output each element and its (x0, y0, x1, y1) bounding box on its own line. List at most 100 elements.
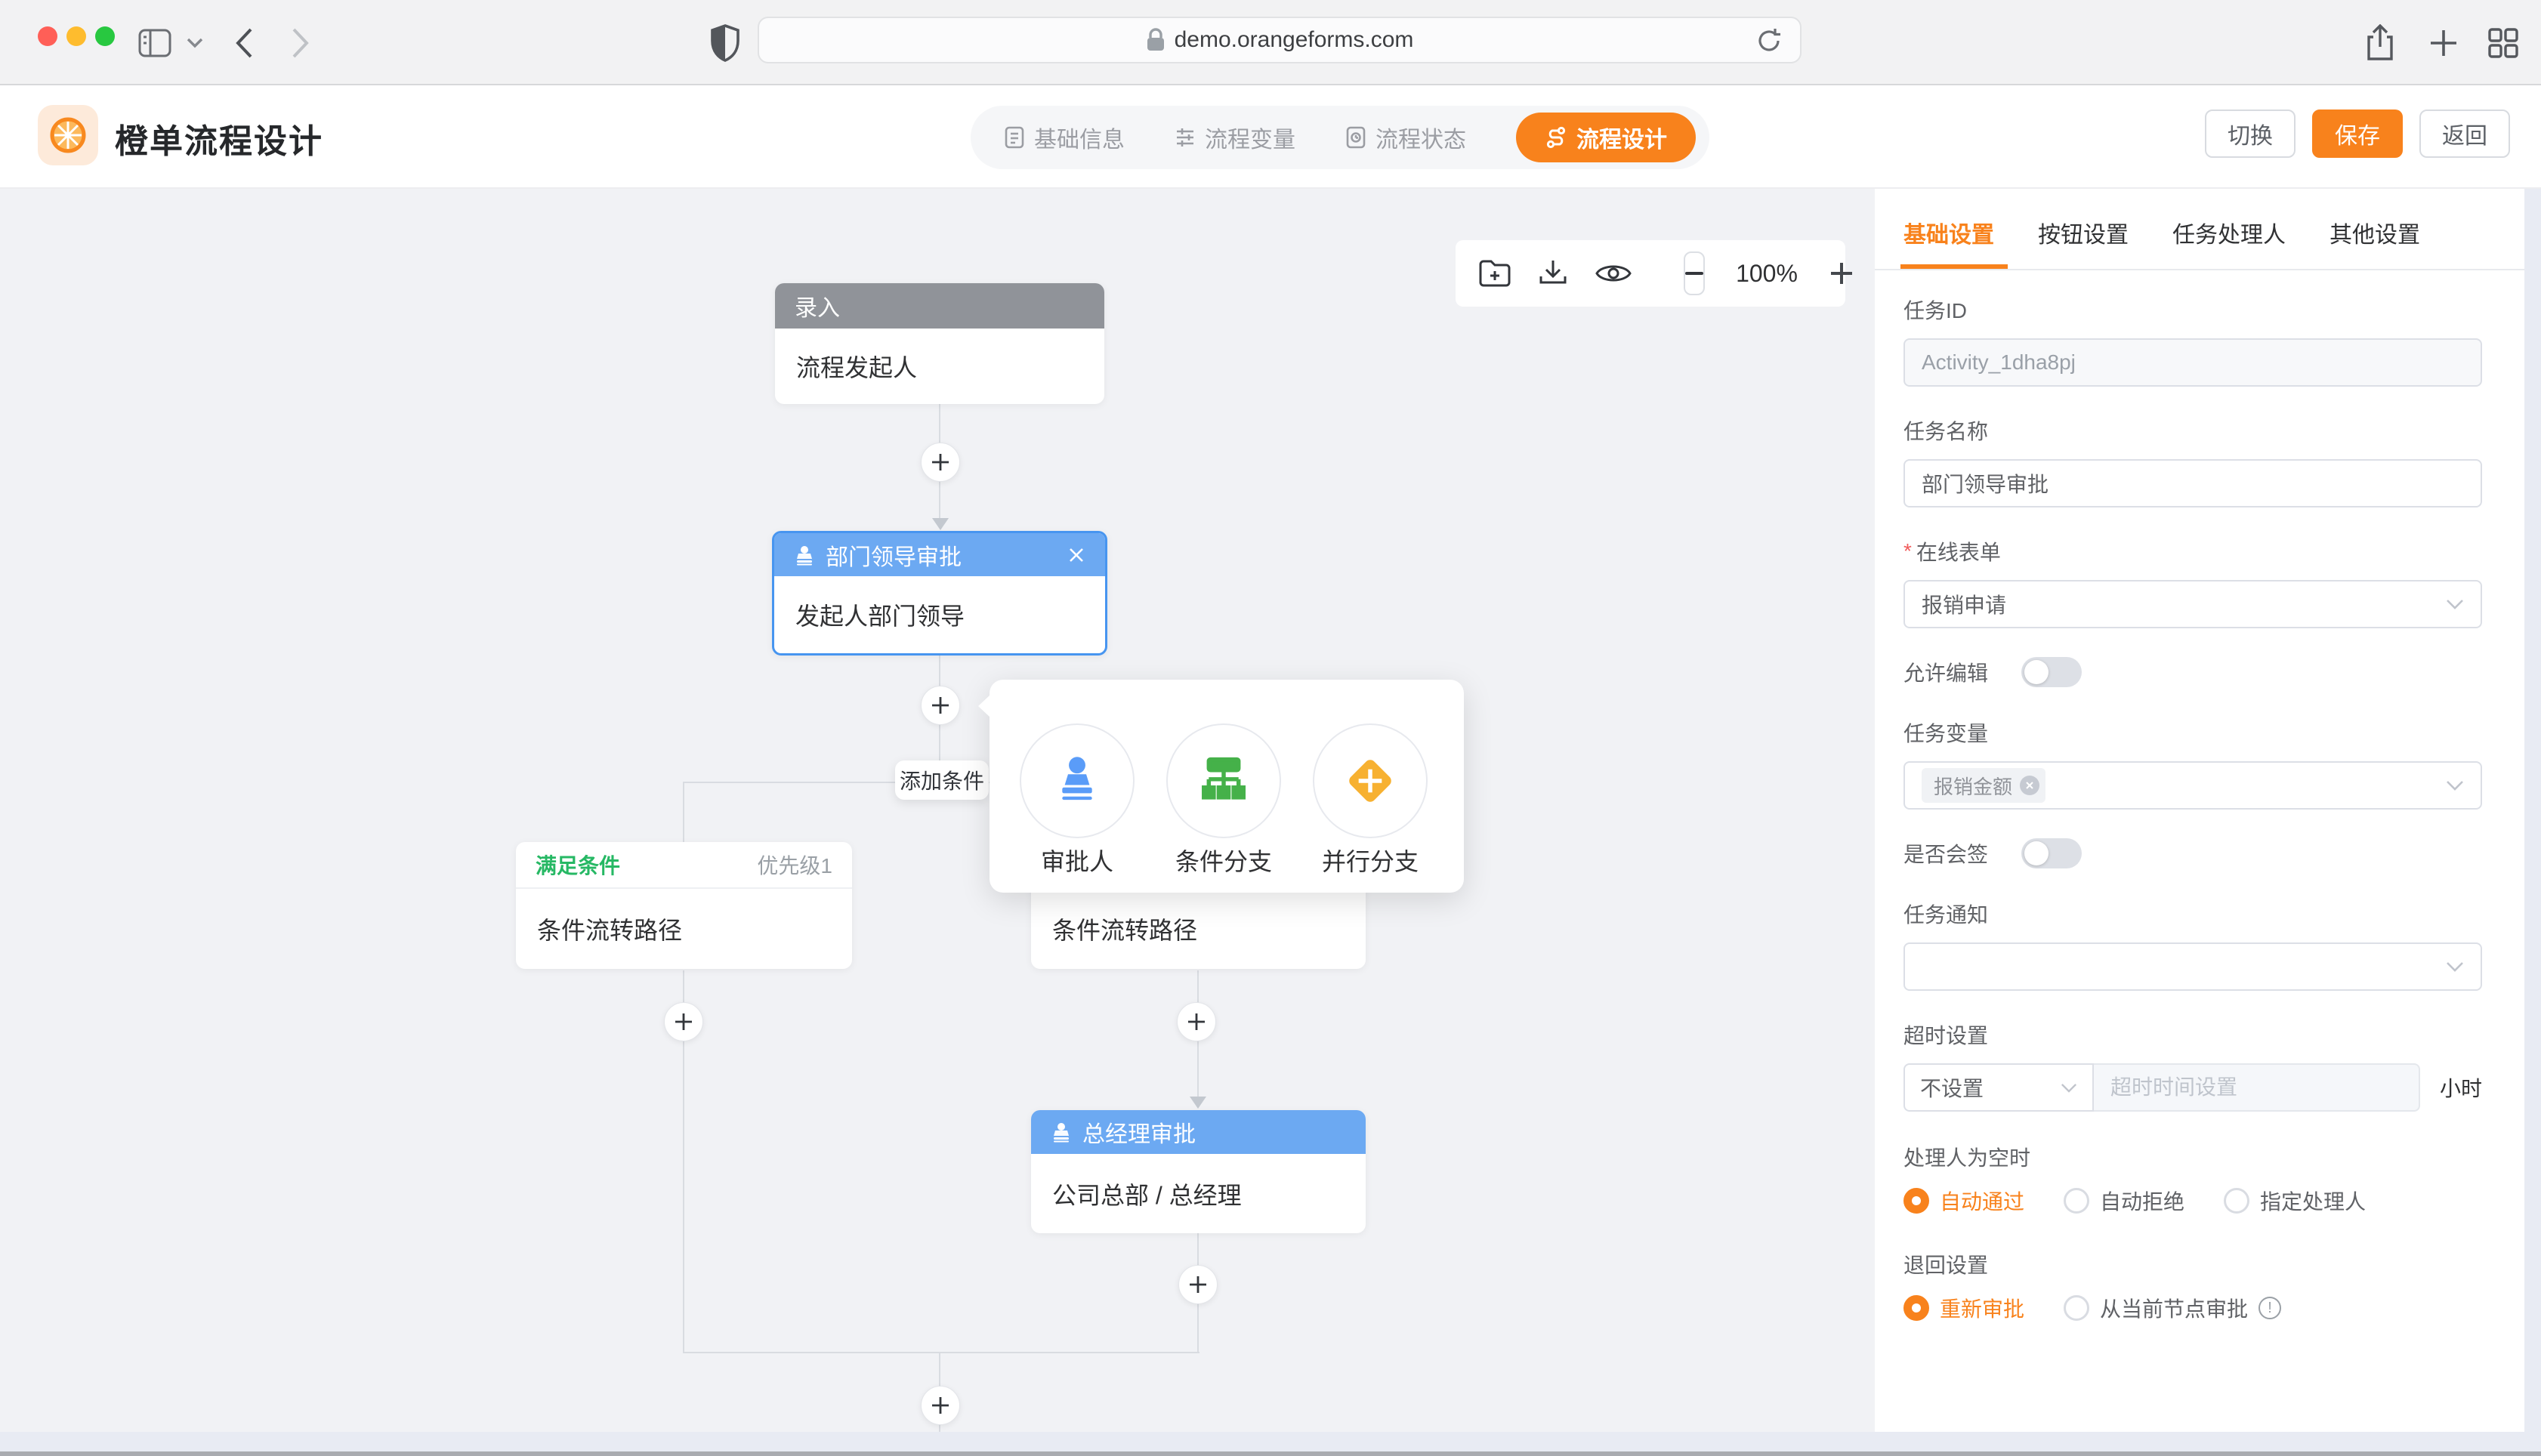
reload-icon[interactable] (1755, 26, 1783, 55)
node-text: 公司总部 / 总经理 (1052, 1177, 1242, 1211)
import-icon[interactable] (1478, 258, 1511, 288)
radio-label: 从当前节点审批 (2100, 1293, 2248, 1323)
radio-label: 指定处理人 (2260, 1186, 2366, 1216)
dept-approval-node-body: 发起人部门领导 (774, 576, 1105, 653)
menu-item-approver[interactable] (1020, 723, 1135, 838)
empty-handler-radios: 自动通过 自动拒绝 指定处理人 (1903, 1186, 2482, 1216)
dept-approval-node[interactable]: 部门领导审批 发起人部门领导 (772, 531, 1107, 656)
new-tab-icon[interactable] (2428, 0, 2459, 85)
timeout-value-input[interactable] (2094, 1063, 2420, 1112)
tab-task-assignee[interactable]: 任务处理人 (2172, 216, 2286, 269)
nav-basic-info[interactable]: 基础信息 (1004, 121, 1125, 154)
plus-icon (1188, 1275, 1208, 1294)
condition-node-left[interactable]: 满足条件 优先级1 条件流转路径 (516, 842, 852, 969)
back-icon[interactable] (234, 0, 254, 85)
info-icon[interactable]: ! (2258, 1297, 2281, 1319)
online-form-select[interactable]: 报销申请 (1903, 580, 2482, 628)
browser-chrome: demo.orangeforms.com (0, 0, 2541, 85)
nav-process-variables[interactable]: 流程变量 (1175, 121, 1295, 154)
add-node-button[interactable] (1178, 1265, 1218, 1304)
menu-item-condition-branch[interactable] (1166, 723, 1281, 838)
add-node-button[interactable] (1177, 1002, 1216, 1041)
node-title: 录入 (795, 289, 840, 322)
condition-node-header: 满足条件 优先级1 (516, 842, 852, 889)
node-text: 流程发起人 (796, 349, 917, 384)
condition-label: 满足条件 (536, 850, 620, 880)
allow-edit-toggle[interactable] (2021, 657, 2082, 687)
radio-assign-handler[interactable]: 指定处理人 (2224, 1186, 2366, 1216)
vertical-scrollbar[interactable] (2524, 189, 2541, 1432)
add-condition-tooltip[interactable]: 添加条件 (895, 760, 989, 800)
countersign-toggle[interactable] (2021, 838, 2082, 868)
horizontal-scrollbar[interactable] (0, 1432, 2541, 1451)
add-node-button[interactable] (921, 1386, 960, 1425)
tag-remove-icon[interactable] (2020, 776, 2039, 795)
plus-icon (931, 1396, 950, 1415)
dept-approval-node-header: 部门领导审批 (774, 533, 1105, 576)
radio-restart-approval[interactable]: 重新审批 (1903, 1293, 2024, 1323)
reject-setting-radios: 重新审批 从当前节点审批 ! (1903, 1293, 2482, 1323)
radio-auto-approve[interactable]: 自动通过 (1903, 1186, 2024, 1216)
connector-line (683, 782, 684, 842)
app-logo (38, 105, 98, 165)
start-node[interactable]: 录入 流程发起人 (775, 283, 1104, 404)
chevron-down-icon (2446, 780, 2464, 791)
plus-icon (931, 696, 950, 715)
required-mark: * (1903, 539, 1912, 563)
radio-dot (2064, 1188, 2089, 1214)
connector-arrow (932, 518, 949, 530)
zoom-window-button[interactable] (95, 26, 115, 46)
add-node-button[interactable] (921, 686, 960, 725)
tab-button-settings[interactable]: 按钮设置 (2038, 216, 2129, 269)
close-window-button[interactable] (38, 26, 57, 46)
tab-overview-icon[interactable] (2487, 0, 2520, 85)
menu-arrow (978, 695, 990, 717)
flow-canvas[interactable]: 100% 录入 流程发起人 部门领导审批 (0, 189, 1875, 1432)
select-value: 报销申请 (1922, 589, 2006, 619)
node-text: 条件流转路径 (1052, 912, 1197, 946)
nav-label: 流程设计 (1576, 121, 1667, 154)
start-node-body: 流程发起人 (775, 329, 1104, 404)
zoom-level: 100% (1731, 260, 1803, 288)
reject-setting-label: 退回设置 (1903, 1249, 2482, 1279)
sidebar-toggle-icon[interactable] (137, 0, 172, 85)
approver-icon (794, 544, 815, 566)
variable-tag: 报销金额 (1922, 768, 2045, 803)
gm-approval-node[interactable]: 总经理审批 公司总部 / 总经理 (1031, 1110, 1366, 1233)
zoom-in-button[interactable] (1829, 261, 1854, 286)
nav-process-design[interactable]: 流程设计 (1516, 113, 1696, 162)
radio-dot (1903, 1188, 1929, 1214)
task-id-field[interactable] (1903, 338, 2482, 387)
share-icon[interactable] (2364, 0, 2396, 85)
shield-icon[interactable] (710, 0, 740, 85)
radio-auto-reject[interactable]: 自动拒绝 (2064, 1186, 2184, 1216)
tab-other-settings[interactable]: 其他设置 (2330, 216, 2420, 269)
tab-basic-settings[interactable]: 基础设置 (1903, 216, 1994, 269)
timeout-mode-select[interactable]: 不设置 (1903, 1063, 2094, 1112)
address-bar[interactable]: demo.orangeforms.com (758, 17, 1802, 63)
switch-button[interactable]: 切换 (2205, 110, 2296, 158)
zoom-out-button[interactable] (1684, 251, 1705, 295)
task-variable-select[interactable]: 报销金额 (1903, 761, 2482, 810)
priority-label: 优先级1 (757, 850, 832, 880)
node-title: 部门领导审批 (826, 538, 962, 572)
menu-label-parallel-branch: 并行分支 (1313, 843, 1428, 878)
minimize-window-button[interactable] (66, 26, 86, 46)
nav-process-status[interactable]: 流程状态 (1345, 121, 1466, 154)
header-actions: 切换 保存 返回 (2205, 110, 2510, 158)
back-button[interactable]: 返回 (2419, 110, 2510, 158)
forward-icon (291, 0, 310, 85)
download-icon[interactable] (1537, 258, 1569, 289)
task-name-field[interactable] (1903, 459, 2482, 507)
save-button[interactable]: 保存 (2312, 110, 2403, 158)
chevron-down-icon[interactable] (186, 0, 204, 85)
radio-current-node-approval[interactable]: 从当前节点审批 ! (2064, 1293, 2281, 1323)
menu-item-parallel-branch[interactable] (1313, 723, 1428, 838)
add-node-button[interactable] (664, 1002, 703, 1041)
traffic-lights (38, 26, 115, 46)
node-close-icon[interactable] (1067, 546, 1085, 564)
add-node-button[interactable] (921, 443, 960, 482)
preview-eye-icon[interactable] (1595, 261, 1632, 286)
select-value: 不设置 (1920, 1072, 1984, 1103)
task-notify-select[interactable] (1903, 942, 2482, 991)
